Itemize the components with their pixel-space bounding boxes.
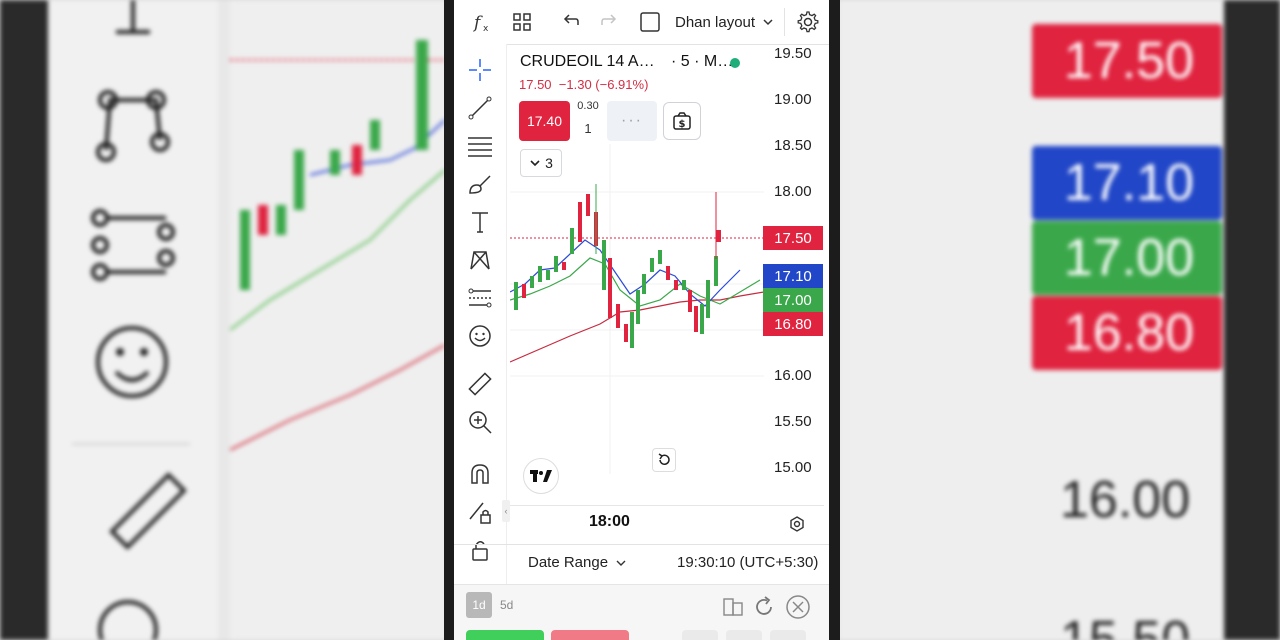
action-button[interactable] (770, 630, 806, 640)
drawing-toolbar: ‹ (454, 44, 510, 584)
dollar-bag-icon: $ (673, 112, 691, 130)
price-axis-label: 18.50 (774, 137, 812, 154)
tv-logo-icon (530, 470, 552, 482)
layout-name[interactable]: Dhan layout (675, 0, 755, 44)
candlesticks (514, 184, 721, 348)
bg-tool-icons (72, 0, 190, 640)
symbol-name[interactable]: CRUDEOIL 14 A… (520, 53, 655, 70)
last-price-tag: 17.50 (763, 226, 823, 250)
last-price: 17.50 (519, 77, 552, 92)
time-axis-label: 18:00 (589, 513, 630, 530)
price-change-row: 17.50 −1.30 (−6.91%) (519, 77, 648, 92)
price-axis-label: 16.00 (774, 367, 812, 384)
tradingview-logo[interactable] (523, 458, 559, 494)
emoji-icon[interactable] (466, 322, 494, 350)
price-axis-label: 18.00 (774, 183, 812, 200)
period-chip-active[interactable]: 1d (466, 592, 492, 618)
chevron-down-icon (530, 160, 540, 167)
indicators-toggle[interactable]: 3 (520, 149, 562, 177)
fib-lines-icon[interactable] (466, 132, 494, 160)
bg-price: 16.00 (1060, 471, 1191, 529)
sell-action-button[interactable] (551, 630, 629, 640)
price-axis-label: 15.00 (774, 459, 812, 476)
price-axis-label: 15.50 (774, 413, 812, 430)
reset-chart-button[interactable] (652, 448, 676, 472)
compare-icon[interactable] (722, 596, 744, 618)
change-value: −1.30 (−6.91%) (558, 77, 649, 92)
period-chip[interactable]: 5d (500, 592, 513, 618)
rotate-icon (658, 453, 670, 465)
indicator-count: 3 (545, 155, 553, 171)
order-ticket-button[interactable]: $ (663, 102, 701, 140)
price-axis-label: 19.50 (774, 45, 812, 62)
buy-action-button[interactable] (466, 630, 544, 640)
magnet-icon[interactable] (466, 460, 494, 488)
symbol-title[interactable]: CRUDEOIL 14 A… · 5 · M… (520, 53, 733, 71)
top-toolbar: fx Dhan layout (454, 0, 829, 45)
divider (784, 8, 785, 36)
ma-price-tag: 17.10 (763, 264, 823, 288)
zoom-in-icon[interactable] (466, 408, 494, 436)
chevron-down-icon[interactable] (760, 0, 776, 44)
axis-settings-icon[interactable] (788, 515, 806, 533)
svg-text:x: x (483, 24, 489, 33)
bg-right-bar (1224, 0, 1280, 640)
trendline-icon[interactable] (466, 94, 494, 122)
quantity-value[interactable]: 1 (574, 121, 602, 136)
undo-icon[interactable] (556, 0, 584, 44)
spread-value: 0.30 (577, 100, 599, 112)
ma-price-tag: 16.80 (763, 312, 823, 336)
crosshair-icon[interactable] (466, 56, 494, 84)
time-axis-divider (510, 505, 824, 506)
text-icon[interactable] (466, 208, 494, 236)
ma-price-tag: 17.00 (763, 288, 823, 312)
refresh-icon[interactable] (752, 595, 776, 619)
price-axis-label: 19.00 (774, 91, 812, 108)
action-button[interactable] (726, 630, 762, 640)
buy-button[interactable]: ··· (607, 101, 657, 141)
date-range-dropdown[interactable]: Date Range (528, 554, 626, 571)
settings-gear-icon[interactable] (794, 0, 822, 44)
action-button[interactable] (682, 630, 718, 640)
redo-icon[interactable] (596, 0, 624, 44)
pattern-icon[interactable] (466, 246, 494, 274)
brush-icon[interactable] (466, 170, 494, 198)
toolbar-collapse-handle[interactable]: ‹ (502, 500, 510, 522)
bg-price: 15.50 (1060, 611, 1191, 640)
clock-timezone[interactable]: 19:30:10 (UTC+5:30) (677, 554, 818, 571)
bg-tag: 17.00 (1032, 221, 1222, 295)
svg-text:f: f (472, 13, 483, 33)
bg-chart-drawing (229, 40, 446, 451)
interval-label[interactable]: · 5 · M… (671, 53, 733, 70)
close-icon[interactable] (785, 594, 811, 620)
lock-pencil-icon[interactable] (466, 498, 494, 526)
bg-tool-strip (48, 0, 218, 640)
forecast-icon[interactable] (466, 284, 494, 312)
phone-screen: fx Dhan layout ‹ CRUDEOIL 14 A… · 5 · M…… (454, 0, 829, 640)
bg-tag: 16.80 (1032, 296, 1222, 370)
market-open-status-dot (730, 58, 740, 68)
sell-button[interactable]: 17.40 (519, 101, 570, 141)
svg-text:$: $ (679, 119, 686, 130)
ruler-icon[interactable] (466, 370, 494, 398)
bg-tag: 17.10 (1032, 146, 1222, 220)
function-icon[interactable]: fx (468, 0, 496, 44)
bg-chart (229, 0, 446, 640)
layout-grid-icon[interactable] (508, 0, 536, 44)
bg-left-bar (0, 0, 48, 640)
square-icon[interactable] (638, 0, 662, 44)
date-range-label[interactable]: Date Range (528, 554, 608, 571)
chevron-down-icon (616, 560, 626, 566)
bg-tag: 17.50 (1032, 24, 1222, 98)
